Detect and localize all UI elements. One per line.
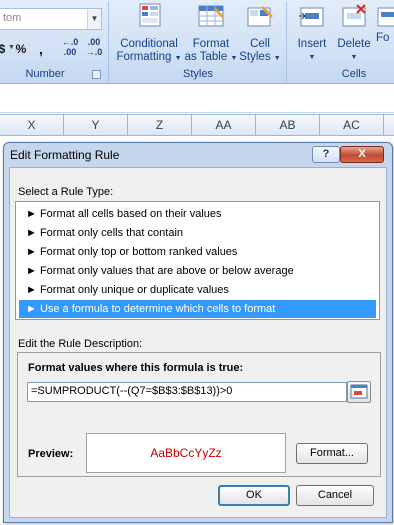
ribbon: tom ▼ $ ▼ % , ←.0 .00 .00 →.0 Number Con… — [0, 0, 394, 84]
group-separator — [286, 2, 287, 82]
list-item-selected[interactable]: ► Use a formula to determine which cells… — [19, 300, 376, 318]
percent-style-button[interactable]: % — [12, 39, 30, 59]
select-rule-type-label: Select a Rule Type: — [18, 186, 114, 198]
number-format-value: tom — [3, 12, 22, 24]
format-as-table-button[interactable]: Format as Table ▼ — [184, 2, 238, 65]
cell-styles-icon — [245, 2, 275, 32]
collapse-dialog-button[interactable] — [347, 381, 371, 403]
list-item[interactable]: ► Format only values that are above or b… — [19, 262, 376, 280]
cell-styles-label-2: Styles — [239, 51, 271, 63]
chevron-down-icon[interactable]: ▼ — [87, 9, 101, 29]
cell-styles-label-1: Cell — [250, 38, 270, 50]
chevron-down-icon: ▼ — [308, 54, 316, 61]
dialog-title: Edit Formatting Rule — [10, 148, 120, 162]
format-cells-icon — [376, 2, 394, 32]
preview-box: AaBbCcYyZz — [86, 433, 286, 473]
format-button[interactable]: Format... — [296, 443, 368, 464]
currency-icon[interactable]: $ — [0, 39, 8, 59]
list-item[interactable]: ► Format only top or bottom ranked value… — [19, 243, 376, 261]
comma-style-button[interactable]: , — [32, 39, 50, 59]
insert-label: Insert — [297, 38, 327, 50]
help-button[interactable]: ? — [312, 146, 340, 163]
formula-input[interactable]: =SUMPRODUCT(--(Q7=$B$3:$B$13))>0 — [27, 382, 347, 402]
rule-type-list[interactable]: ► Format all cells based on their values… — [15, 201, 380, 320]
number-format-combo[interactable]: tom ▼ — [0, 8, 102, 30]
format-label: Fo — [376, 32, 390, 44]
conditional-formatting-label-1: Conditional — [120, 38, 178, 50]
column-header-row: X Y Z AA AB AC — [0, 114, 394, 136]
list-item[interactable]: ► Format all cells based on their values — [19, 205, 376, 223]
cell-styles-button[interactable]: Cell Styles ▼ — [238, 2, 282, 65]
close-button[interactable]: X — [340, 146, 384, 163]
formula-caption: Format values where this formula is true… — [28, 362, 244, 374]
format-as-table-icon — [196, 2, 226, 32]
range-select-icon — [350, 384, 368, 399]
chevron-down-icon: ▼ — [230, 55, 238, 62]
column-header[interactable]: AA — [192, 115, 256, 135]
ok-button[interactable]: OK — [218, 485, 290, 506]
list-item[interactable]: ► Format only unique or duplicate values — [19, 281, 376, 299]
conditional-formatting-label-2: Formatting — [116, 51, 172, 63]
conditional-formatting-button[interactable]: Conditional Formatting ▼ — [114, 2, 184, 65]
edit-description-label: Edit the Rule Description: — [18, 338, 143, 350]
format-as-table-label-2: as Table — [184, 51, 228, 63]
styles-group-label: Styles — [183, 68, 213, 80]
group-separator — [108, 2, 109, 82]
chevron-down-icon: ▼ — [273, 55, 281, 62]
column-header[interactable]: Y — [64, 115, 128, 135]
conditional-formatting-icon — [134, 2, 164, 32]
number-group-label: Number — [25, 68, 65, 80]
list-item[interactable]: ► Format only cells that contain — [19, 224, 376, 242]
format-as-table-label-1: Format — [192, 38, 230, 50]
column-header[interactable]: AC — [320, 115, 384, 135]
insert-cells-button[interactable]: Insert ▼ — [292, 2, 332, 64]
column-header[interactable]: AB — [256, 115, 320, 135]
chevron-down-icon: ▼ — [174, 55, 182, 62]
cells-group-label: Cells — [341, 68, 367, 80]
formula-bar[interactable] — [0, 85, 394, 113]
cancel-button[interactable]: Cancel — [296, 485, 374, 506]
delete-label: Delete — [337, 38, 371, 50]
delete-cells-button[interactable]: Delete ▼ — [334, 2, 374, 64]
preview-label: Preview: — [28, 448, 74, 460]
dialog-launcher-icon[interactable] — [92, 70, 101, 79]
delete-cells-icon — [339, 2, 369, 32]
column-header[interactable]: X — [0, 115, 64, 135]
insert-cells-icon — [297, 2, 327, 32]
column-header[interactable]: Z — [128, 115, 192, 135]
chevron-down-icon: ▼ — [350, 54, 358, 61]
format-cells-button[interactable]: Fo — [376, 2, 394, 45]
decrease-decimal-button[interactable]: .00 →.0 — [82, 37, 106, 61]
increase-decimal-button[interactable]: ←.0 .00 — [58, 37, 82, 61]
